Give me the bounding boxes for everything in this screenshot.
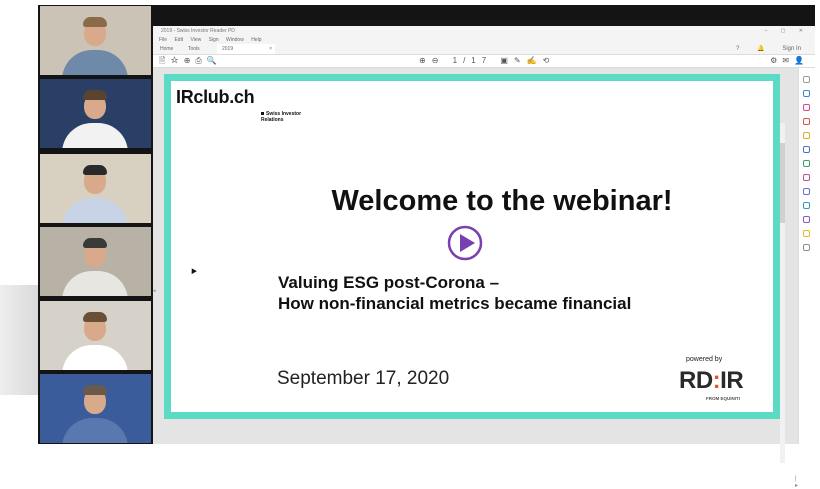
toolbar: 🖹☆⊕⎙🔍 ⊕⊖ 1/17 ▣✎✍⟲ ⚙✉👤 [153, 55, 815, 68]
sidebar-tool-icon[interactable] [803, 160, 810, 167]
sidebar-tool-icon[interactable] [803, 90, 810, 97]
tab-tools[interactable]: Tools [183, 44, 205, 54]
help-icon[interactable]: ? [736, 46, 739, 52]
slide-frame: IRclub.ch Swiss Investor Relations Welco… [164, 74, 780, 419]
video-tile[interactable] [40, 227, 151, 296]
menu-sign[interactable]: Sign [209, 37, 219, 43]
video-tile[interactable] [40, 374, 151, 443]
toolbar-page-tools-icon[interactable]: ⊕⊖ 1/17 ▣✎✍⟲ [419, 55, 555, 67]
menu-file[interactable]: File [159, 37, 167, 43]
irclub-logo: IRclub.ch [176, 87, 255, 107]
logo-sub-line2: Relations [261, 117, 284, 123]
logo-square-icon [261, 112, 264, 116]
title-bar: 2019 - Swiss Investor Reader PD – ▢ ✕ [153, 26, 815, 36]
sign-in-link[interactable]: Sign In [782, 46, 801, 52]
scrollbar-thumb[interactable] [780, 143, 785, 223]
participant-hair [83, 165, 107, 175]
document-tab-label: 2019 [222, 46, 234, 52]
sidebar-tool-icon[interactable] [803, 146, 810, 153]
scrollbar[interactable] [780, 123, 785, 463]
sidebar-tool-icon[interactable] [803, 216, 810, 223]
video-tile[interactable] [40, 301, 151, 370]
window-controls[interactable]: – ▢ ✕ [765, 26, 809, 36]
tools-sidebar [798, 68, 815, 444]
slide-subtitle-line1: Valuing ESG post-Corona – [278, 273, 500, 292]
window-title: 2019 - Swiss Investor Reader PD [161, 28, 235, 34]
sidebar-tool-icon[interactable] [803, 230, 810, 237]
play-icon[interactable] [447, 225, 483, 261]
tab-bar: Home Tools 2019 × ? 🔔 Sign In [153, 44, 815, 55]
slide-headline: Welcome to the webinar! [331, 185, 673, 217]
video-tile[interactable] [40, 6, 151, 75]
participant-hair [83, 238, 107, 248]
rdir-logo-left: RD [679, 367, 713, 394]
account-area: ? 🔔 Sign In [736, 44, 801, 54]
participant-hair [83, 17, 107, 27]
video-tile[interactable] [40, 154, 151, 223]
toolbar-file-tools-icon[interactable]: 🖹☆⊕⎙🔍 [159, 55, 222, 67]
close-icon[interactable]: × [269, 44, 272, 54]
bell-icon[interactable]: 🔔 [757, 46, 764, 52]
right-panel-toggle-icon[interactable]: |▸ [795, 476, 799, 489]
powered-by-label: powered by [686, 356, 723, 363]
sidebar-tool-icon[interactable] [803, 174, 810, 181]
slide-content: IRclub.ch Swiss Investor Relations Welco… [171, 81, 773, 412]
rdir-logo: RD:IR [679, 367, 744, 395]
menu-window[interactable]: Window [226, 37, 244, 43]
menu-help[interactable]: Help [251, 37, 261, 43]
participant-hair [83, 90, 107, 100]
sidebar-tool-icon[interactable] [803, 188, 810, 195]
sidebar-tool-icon[interactable] [803, 76, 810, 83]
left-panel-toggle-icon[interactable]: ◂ [153, 288, 156, 294]
video-tile[interactable] [40, 79, 151, 148]
toolbar-share-tools-icon[interactable]: ⚙✉👤 [770, 55, 809, 67]
participant-hair [83, 312, 107, 322]
irclub-logo-subtitle: Swiss Investor Relations [261, 111, 301, 123]
menu-view[interactable]: View [190, 37, 201, 43]
participant-hair [83, 385, 107, 395]
sidebar-tool-icon[interactable] [803, 132, 810, 139]
menu-bar: File Edit View Sign Window Help [153, 36, 815, 44]
sidebar-tool-icon[interactable] [803, 104, 810, 111]
tab-home[interactable]: Home [155, 44, 178, 54]
tab-document[interactable]: 2019 × [217, 44, 275, 54]
slide-date: September 17, 2020 [277, 368, 450, 389]
sidebar-tool-icon[interactable] [803, 202, 810, 209]
sidebar-tool-icon[interactable] [803, 244, 810, 251]
sidebar-tool-icon[interactable] [803, 118, 810, 125]
rdir-logo-right: IR [720, 367, 744, 394]
background-shadow [0, 285, 40, 395]
menu-edit[interactable]: Edit [174, 37, 183, 43]
rdir-logo-tagline: FROM EQUINITI [706, 396, 740, 401]
slide-subtitle-line2: How non-financial metrics became financi… [278, 294, 632, 313]
